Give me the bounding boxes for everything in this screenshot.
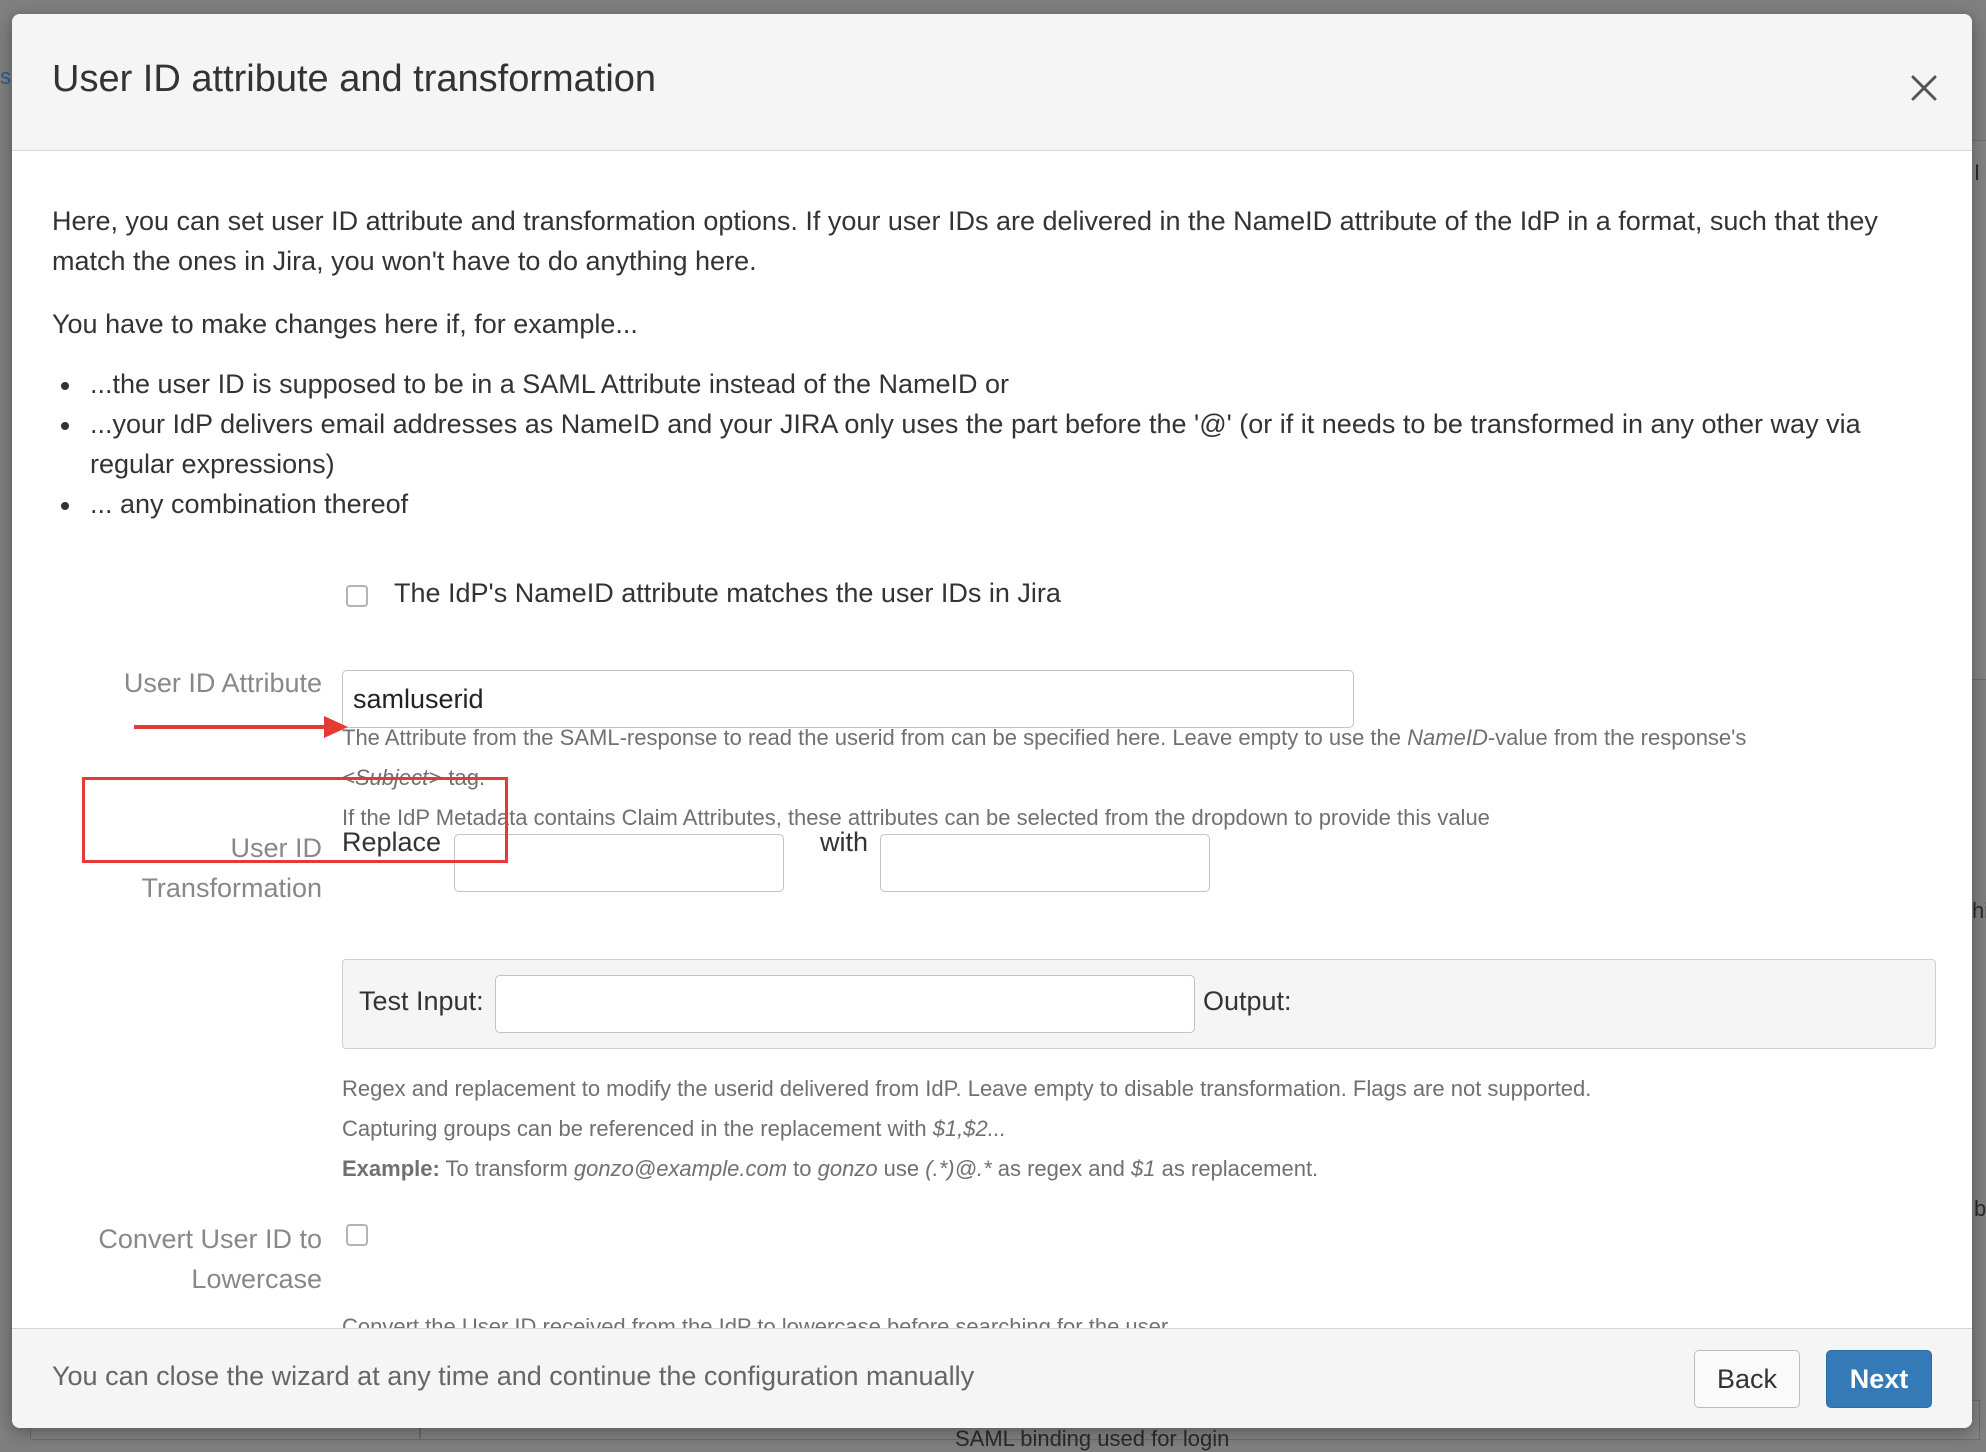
backdrop-text-fragment: b — [1974, 1196, 1986, 1221]
lowercase-label: Convert User ID to Lowercase — [98, 1224, 322, 1294]
wizard-modal: User ID attribute and transformation Her… — [12, 14, 1972, 1428]
lowercase-help: Convert the User ID received from the Id… — [342, 1314, 1169, 1329]
list-item: ...the user ID is supposed to be in a SA… — [12, 364, 1932, 404]
nameid-match-checkbox[interactable] — [346, 585, 368, 607]
close-button[interactable] — [1898, 62, 1950, 114]
annotation-arrow-icon — [134, 716, 348, 738]
close-icon — [1911, 75, 1937, 101]
list-item: ... any combination thereof — [12, 484, 1932, 524]
backdrop-text-fragment: SAML binding used for login — [955, 1426, 1230, 1451]
example-lead: You have to make changes here if, for ex… — [52, 309, 638, 339]
test-transformation-panel: Test Input: Output: — [342, 959, 1936, 1049]
output-label: Output: — [1203, 986, 1292, 1016]
lowercase-checkbox[interactable] — [346, 1224, 368, 1246]
user-id-attribute-label: User ID Attribute — [123, 668, 322, 698]
user-id-attribute-help: The Attribute from the SAML-response to … — [342, 725, 1747, 830]
modal-title: User ID attribute and transformation — [52, 58, 657, 100]
back-button[interactable]: Back — [1694, 1350, 1800, 1408]
transformation-help: Regex and replacement to modify the user… — [342, 1076, 1592, 1181]
test-input-field[interactable] — [495, 975, 1195, 1033]
example-list: ...the user ID is supposed to be in a SA… — [12, 364, 1932, 524]
modal-header: User ID attribute and transformation — [12, 14, 1972, 151]
annotation-highlight-box — [82, 777, 508, 863]
modal-body: Here, you can set user ID attribute and … — [12, 151, 1972, 1329]
test-input-label: Test Input: — [359, 986, 484, 1016]
list-item: ...your IdP delivers email addresses as … — [12, 404, 1932, 484]
footer-note: You can close the wizard at any time and… — [52, 1361, 975, 1391]
nameid-match-label: The IdP's NameID attribute matches the u… — [394, 578, 1061, 608]
backdrop-text-fragment: s — [0, 64, 11, 89]
backdrop-text-fragment: I — [1974, 160, 1981, 185]
with-label: with — [820, 827, 869, 857]
modal-footer: You can close the wizard at any time and… — [12, 1328, 1972, 1428]
next-button[interactable]: Next — [1826, 1350, 1932, 1408]
intro-paragraph: Here, you can set user ID attribute and … — [52, 206, 1878, 276]
replacement-input[interactable] — [880, 834, 1210, 892]
backdrop-text-fragment: hi — [1972, 898, 1986, 923]
